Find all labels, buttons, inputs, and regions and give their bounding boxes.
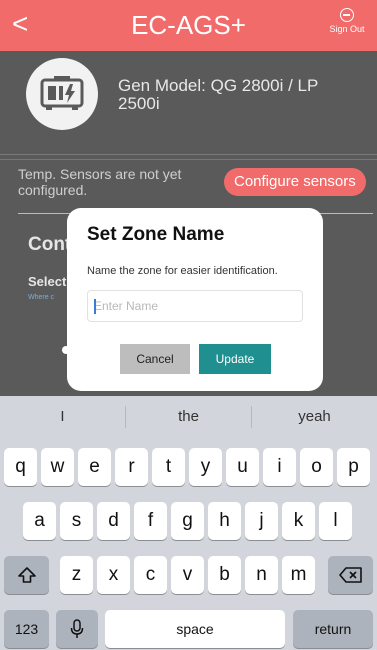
- sign-out-label: Sign Out: [329, 24, 365, 34]
- suggestion-2[interactable]: the: [126, 396, 251, 438]
- key-o[interactable]: o: [300, 448, 333, 486]
- key-n[interactable]: n: [245, 556, 278, 594]
- return-key[interactable]: return: [293, 610, 373, 648]
- key-v[interactable]: v: [171, 556, 204, 594]
- key-u[interactable]: u: [226, 448, 259, 486]
- backspace-icon: [338, 567, 362, 583]
- key-m[interactable]: m: [282, 556, 315, 594]
- key-c[interactable]: c: [134, 556, 167, 594]
- key-i[interactable]: i: [263, 448, 296, 486]
- temp-sensors-row: Temp. Sensors are not yet configured. Co…: [0, 159, 377, 211]
- delete-key[interactable]: [328, 556, 373, 594]
- dialog-message: Name the zone for easier identification.: [87, 265, 278, 277]
- suggestion-bar: I the yeah: [0, 396, 377, 438]
- key-w[interactable]: w: [41, 448, 74, 486]
- key-x[interactable]: x: [97, 556, 130, 594]
- key-p[interactable]: p: [337, 448, 370, 486]
- key-j[interactable]: j: [245, 502, 278, 540]
- key-e[interactable]: e: [78, 448, 111, 486]
- section-title: Cont: [28, 234, 72, 255]
- set-zone-name-dialog: Set Zone Name Name the zone for easier i…: [67, 208, 323, 391]
- key-r[interactable]: r: [115, 448, 148, 486]
- key-b[interactable]: b: [208, 556, 241, 594]
- update-button[interactable]: Update: [199, 344, 271, 374]
- key-h[interactable]: h: [208, 502, 241, 540]
- zone-name-input[interactable]: [87, 290, 303, 322]
- where-label: Where c: [28, 294, 55, 301]
- select-label: Select: [28, 274, 67, 289]
- space-key[interactable]: space: [105, 610, 285, 648]
- generator-icon: [40, 76, 84, 110]
- key-d[interactable]: d: [97, 502, 130, 540]
- cancel-button[interactable]: Cancel: [120, 344, 190, 374]
- generator-avatar: [26, 58, 98, 130]
- key-a[interactable]: a: [23, 502, 56, 540]
- app-title: EC-AGS+: [131, 10, 246, 40]
- onscreen-keyboard: I the yeah q w e r t y u i o p a s d f g…: [0, 396, 377, 650]
- microphone-icon: [70, 619, 84, 638]
- key-l[interactable]: l: [319, 502, 352, 540]
- suggestion-1[interactable]: I: [0, 396, 125, 438]
- key-q[interactable]: q: [4, 448, 37, 486]
- key-g[interactable]: g: [171, 502, 204, 540]
- key-s[interactable]: s: [60, 502, 93, 540]
- key-k[interactable]: k: [282, 502, 315, 540]
- text-caret: [94, 299, 96, 314]
- app-header: < EC-AGS+ Sign Out: [0, 0, 377, 51]
- key-t[interactable]: t: [152, 448, 185, 486]
- dialog-title: Set Zone Name: [87, 224, 225, 245]
- shift-key[interactable]: [4, 556, 49, 594]
- sign-out-button[interactable]: Sign Out: [325, 8, 369, 34]
- generator-model-text: Gen Model: QG 2800i / LP 2500i: [118, 76, 319, 113]
- key-y[interactable]: y: [189, 448, 222, 486]
- key-z[interactable]: z: [60, 556, 93, 594]
- temp-sensors-status: Temp. Sensors are not yet configured.: [18, 166, 182, 198]
- numbers-key[interactable]: 123: [4, 610, 49, 648]
- suggestion-3[interactable]: yeah: [252, 396, 377, 438]
- key-f[interactable]: f: [134, 502, 167, 540]
- configure-sensors-button[interactable]: Configure sensors: [224, 168, 366, 196]
- dictation-key[interactable]: [56, 610, 98, 648]
- shift-icon: [17, 567, 36, 583]
- sign-out-icon: [340, 8, 354, 22]
- generator-row: Gen Model: QG 2800i / LP 2500i: [0, 51, 377, 155]
